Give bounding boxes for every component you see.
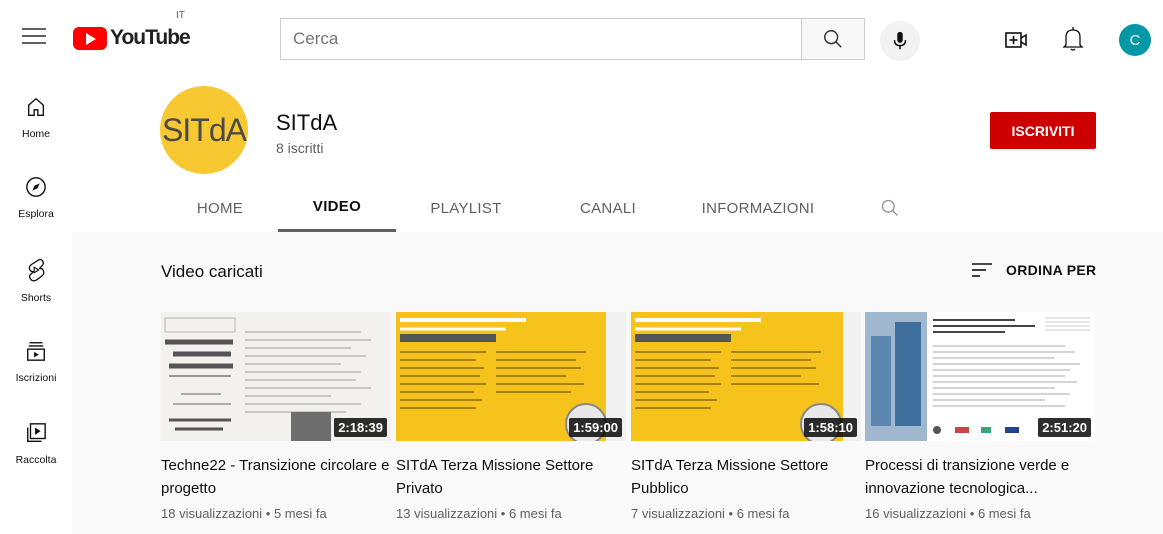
- video-meta: 18 visualizzazioni • 5 mesi fa: [161, 506, 327, 521]
- upload-age: 6 mesi fa: [977, 506, 1031, 521]
- upload-age: 6 mesi fa: [736, 506, 790, 521]
- video-duration: 1:58:10: [804, 418, 857, 437]
- search-icon: [824, 30, 842, 48]
- tab-playlist[interactable]: PLAYLIST: [406, 184, 526, 232]
- shorts-icon: [28, 258, 45, 282]
- sidebar-item-explore[interactable]: Esplora: [0, 162, 72, 236]
- video-duration: 2:18:39: [334, 418, 387, 437]
- search-button[interactable]: [801, 18, 865, 60]
- sort-button[interactable]: ORDINA PER: [972, 262, 1096, 278]
- subscribe-button[interactable]: ISCRIVITI: [990, 112, 1096, 149]
- video-thumbnail[interactable]: 2:18:39: [161, 312, 391, 441]
- country-code: IT: [176, 10, 185, 21]
- video-card[interactable]: 2:18:39 Techne22 - Transizione circolare…: [161, 312, 391, 521]
- youtube-logo[interactable]: YouTube: [73, 26, 191, 50]
- section-title: Video caricati: [161, 262, 263, 281]
- channel-header: SITdA SITdA 8 iscritti ISCRIVITI HOME VI…: [72, 72, 1163, 232]
- video-title[interactable]: Processi di transizione verde e innovazi…: [865, 454, 1095, 500]
- sort-icon: [972, 263, 992, 277]
- sidebar-item-label: Esplora: [18, 208, 54, 220]
- microphone-icon: [893, 31, 907, 50]
- sidebar: Home Esplora Shorts Iscrizioni Raccolta: [0, 72, 72, 534]
- upload-age: 5 mesi fa: [273, 506, 327, 521]
- tab-canali[interactable]: CANALI: [548, 184, 668, 232]
- sidebar-item-label: Home: [21, 128, 50, 140]
- logo-text: YouTube: [110, 26, 191, 49]
- sort-label: ORDINA PER: [1006, 262, 1097, 278]
- video-duration: 1:59:00: [569, 418, 622, 437]
- tab-video[interactable]: VIDEO: [278, 184, 396, 232]
- create-video-icon: [1005, 32, 1027, 48]
- search-icon: [881, 199, 898, 216]
- sidebar-item-label: Iscrizioni: [15, 372, 57, 384]
- channel-avatar-logo-text: SITdA: [162, 111, 247, 148]
- home-icon: [27, 97, 45, 116]
- video-card[interactable]: 1:59:00 SITdA Terza Missione Settore Pri…: [396, 312, 626, 521]
- video-title[interactable]: SITdA Terza Missione Settore Pubblico: [631, 454, 861, 500]
- sidebar-item-home[interactable]: Home: [0, 82, 72, 156]
- library-icon: [27, 423, 46, 442]
- search-box[interactable]: [280, 18, 801, 60]
- video-thumbnail[interactable]: 1:59:00: [396, 312, 626, 441]
- voice-search-button[interactable]: [880, 21, 920, 61]
- video-meta: 16 visualizzazioni • 6 mesi fa: [865, 506, 1031, 521]
- video-duration: 2:51:20: [1038, 418, 1091, 437]
- account-avatar[interactable]: C: [1119, 24, 1151, 56]
- sidebar-item-library[interactable]: Raccolta: [0, 408, 72, 482]
- bell-icon: [1062, 27, 1084, 51]
- subscriptions-icon: [27, 342, 45, 361]
- video-title[interactable]: Techne22 - Transizione circolare e proge…: [161, 454, 391, 500]
- view-count: 13 visualizzazioni: [396, 506, 498, 521]
- video-meta: 7 visualizzazioni • 6 mesi fa: [631, 506, 790, 521]
- tab-home[interactable]: HOME: [160, 184, 280, 232]
- sidebar-item-label: Raccolta: [15, 454, 57, 466]
- view-count: 7 visualizzazioni: [631, 506, 725, 521]
- sidebar-item-label: Shorts: [20, 292, 52, 304]
- video-thumbnail[interactable]: 1:58:10: [631, 312, 861, 441]
- compass-icon: [26, 177, 46, 197]
- search-input[interactable]: [293, 29, 801, 49]
- create-button[interactable]: [1004, 28, 1028, 52]
- video-title[interactable]: SITdA Terza Missione Settore Privato: [396, 454, 626, 500]
- subscriber-count: 8 iscritti: [276, 140, 324, 156]
- top-bar: YouTube IT C: [0, 0, 1163, 72]
- video-meta: 13 visualizzazioni • 6 mesi fa: [396, 506, 562, 521]
- sidebar-item-subscriptions[interactable]: Iscrizioni: [0, 326, 72, 400]
- video-card[interactable]: 1:58:10 SITdA Terza Missione Settore Pub…: [631, 312, 861, 521]
- upload-age: 6 mesi fa: [508, 506, 562, 521]
- video-thumbnail[interactable]: 2:51:20: [865, 312, 1095, 441]
- sidebar-item-shorts[interactable]: Shorts: [0, 244, 72, 318]
- tab-informazioni[interactable]: INFORMAZIONI: [688, 184, 828, 232]
- menu-icon[interactable]: [22, 28, 46, 46]
- youtube-play-icon: [73, 26, 107, 50]
- channel-name: SITdA: [276, 110, 338, 135]
- channel-search-button[interactable]: [870, 184, 910, 232]
- video-card[interactable]: 2:51:20 Processi di transizione verde e …: [865, 312, 1095, 521]
- view-count: 18 visualizzazioni: [161, 506, 263, 521]
- view-count: 16 visualizzazioni: [865, 506, 967, 521]
- notifications-button[interactable]: [1061, 26, 1085, 52]
- channel-avatar[interactable]: SITdA: [160, 86, 248, 174]
